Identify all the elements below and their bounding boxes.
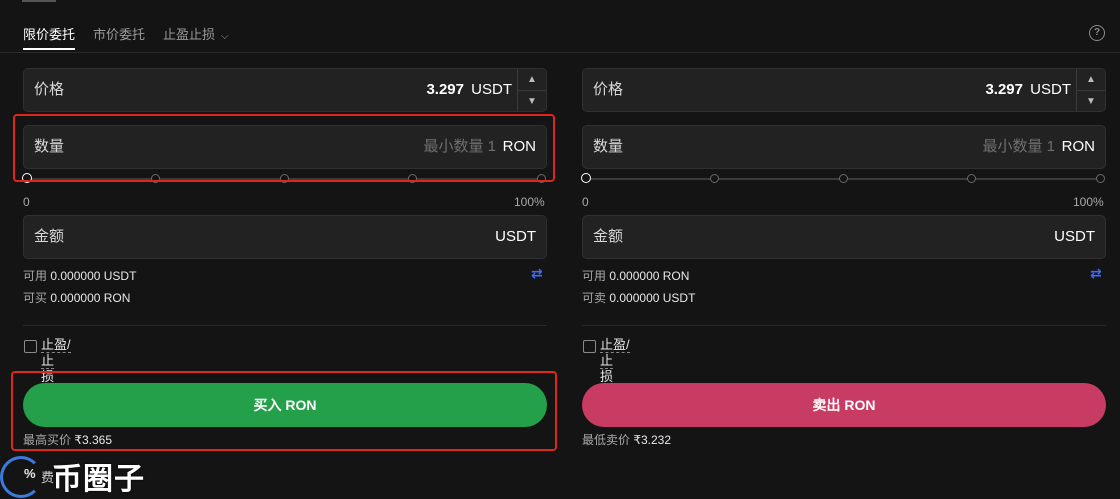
sell-slider-max-label: 100%	[1073, 195, 1104, 209]
sell-slider-min-label: 0	[582, 195, 589, 209]
buy-tpsl-checkbox[interactable]	[24, 340, 37, 353]
sell-amount-label: 金额	[593, 228, 624, 245]
buy-button-highlight-box	[11, 371, 557, 451]
sell-available-value: 0.000000 RON	[609, 269, 690, 283]
sell-price-field[interactable]: 价格 3.297 USDT ▲ ▼	[582, 68, 1106, 112]
question-circle-icon[interactable]: ?	[1089, 25, 1105, 41]
sell-slider-stop-25[interactable]	[709, 174, 719, 183]
buy-available-label: 可用	[23, 269, 48, 283]
sell-max-label: 可卖	[582, 291, 607, 305]
sell-price-decrement-button[interactable]: ▼	[1077, 90, 1105, 112]
watermark-logo: % 费 币圈子	[0, 452, 160, 499]
buy-max-buyable: 可买 0.000000 RON	[23, 289, 130, 306]
buy-available-value: 0.000000 USDT	[50, 269, 137, 283]
buy-price-label: 价格	[34, 81, 65, 98]
buy-price-unit: USDT	[471, 81, 512, 98]
tab-tp-sl-label: 止盈止损	[163, 26, 216, 42]
buy-price-stepper: ▲ ▼	[517, 69, 546, 111]
buy-slider-max-label: 100%	[514, 195, 545, 209]
chevron-down-icon: ⌵	[221, 30, 229, 42]
sell-available-balance: 可用 0.000000 RON	[582, 267, 689, 284]
sell-price-stepper: ▲ ▼	[1076, 69, 1105, 111]
swap-arrows-icon[interactable]: ⇄	[1090, 265, 1102, 282]
tabs-divider	[0, 52, 1120, 53]
buy-max-value: 0.000000 RON	[50, 291, 131, 305]
top-divider-mark	[22, 0, 56, 2]
sell-price-increment-button[interactable]: ▲	[1077, 69, 1105, 90]
sell-quantity-field[interactable]: 数量 最小数量 1 RON	[582, 125, 1106, 169]
tab-market-order[interactable]: 市价委托	[93, 24, 145, 43]
order-type-tabs: 限价委托 市价委托 止盈止损 ⌵	[23, 22, 229, 44]
watermark-text: 币圈子	[52, 462, 145, 497]
sell-slider-handle[interactable]	[581, 173, 591, 183]
buy-amount-field[interactable]: 金额 USDT	[23, 215, 547, 259]
sell-available-label: 可用	[582, 269, 607, 283]
quantity-highlight-box	[13, 114, 555, 182]
sell-slider-stop-75[interactable]	[967, 174, 977, 183]
buy-amount-label: 金额	[34, 228, 65, 245]
sell-tpsl-checkbox[interactable]	[583, 340, 596, 353]
buy-price-increment-button[interactable]: ▲	[518, 69, 546, 90]
sell-lowest-price-value: ₹3.232	[633, 433, 672, 447]
buy-available-balance: 可用 0.000000 USDT	[23, 267, 136, 284]
sell-button[interactable]: 卖出 RON	[582, 383, 1106, 427]
sell-amount-field[interactable]: 金额 USDT	[582, 215, 1106, 259]
sell-max-value: 0.000000 USDT	[609, 291, 696, 305]
buy-price-field[interactable]: 价格 3.297 USDT ▲ ▼	[23, 68, 547, 112]
sell-quantity-unit: RON	[1061, 138, 1095, 155]
sell-amount-unit: USDT	[1054, 228, 1095, 245]
tab-tp-sl[interactable]: 止盈止损 ⌵	[163, 24, 229, 43]
active-tab-indicator	[23, 48, 75, 50]
sell-price-value[interactable]: 3.297	[985, 69, 1023, 111]
buy-price-decrement-button[interactable]: ▼	[518, 90, 546, 112]
buy-section-divider	[23, 325, 547, 326]
sell-slider-stop-100[interactable]	[1096, 174, 1105, 183]
buy-amount-unit: USDT	[495, 228, 536, 245]
sell-tpsl-label-line1: 止盈/止	[600, 337, 630, 369]
buy-price-value[interactable]: 3.297	[426, 69, 464, 111]
buy-max-label: 可买	[23, 291, 48, 305]
sell-lowest-price-label: 最低卖价	[582, 433, 631, 447]
sell-quantity-placeholder: 最小数量 1	[982, 138, 1055, 155]
sell-price-label: 价格	[593, 81, 624, 98]
buy-tpsl-label-line1: 止盈/止	[41, 337, 71, 369]
swap-arrows-icon[interactable]: ⇄	[531, 265, 543, 282]
tab-limit-order[interactable]: 限价委托	[23, 24, 75, 43]
sell-quantity-label: 数量	[593, 138, 624, 155]
sell-lowest-price: 最低卖价 ₹3.232	[582, 431, 671, 448]
sell-tpsl-label[interactable]: 止盈/止损	[600, 337, 640, 385]
sell-price-unit: USDT	[1030, 81, 1071, 98]
buy-slider-min-label: 0	[23, 195, 30, 209]
sell-section-divider	[582, 325, 1106, 326]
watermark-percent: %	[24, 466, 36, 481]
sell-slider-stop-50[interactable]	[838, 174, 848, 183]
sell-percent-slider[interactable]	[581, 173, 1105, 185]
sell-max-sellable: 可卖 0.000000 USDT	[582, 289, 695, 306]
